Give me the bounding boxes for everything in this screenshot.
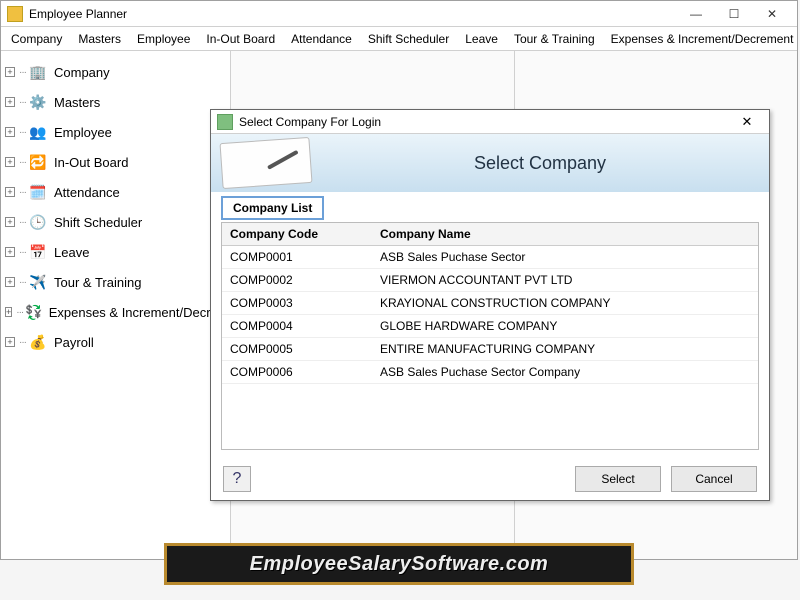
list-header: Company Code Company Name bbox=[222, 223, 758, 246]
tree-item-shift-scheduler[interactable]: +···🕒Shift Scheduler bbox=[5, 207, 226, 237]
column-company-code[interactable]: Company Code bbox=[222, 223, 372, 245]
tree-icon: 💱 bbox=[25, 302, 42, 322]
company-list: Company Code Company Name COMP0001ASB Sa… bbox=[221, 222, 759, 450]
expand-icon[interactable]: + bbox=[5, 157, 15, 167]
dialog-close-button[interactable]: ✕ bbox=[731, 112, 763, 132]
menubar: CompanyMastersEmployeeIn-Out BoardAttend… bbox=[1, 27, 797, 51]
tree-icon: 🕒 bbox=[28, 212, 48, 232]
tree-label: Payroll bbox=[54, 335, 94, 350]
dialog-title: Select Company For Login bbox=[239, 115, 731, 129]
cell-code: COMP0001 bbox=[222, 246, 372, 268]
tree-icon: ✈️ bbox=[28, 272, 48, 292]
expand-icon[interactable]: + bbox=[5, 307, 12, 317]
menu-tour-training[interactable]: Tour & Training bbox=[508, 30, 601, 48]
tree-icon: 🔁 bbox=[28, 152, 48, 172]
tree-label: Attendance bbox=[54, 185, 120, 200]
tree-item-in-out-board[interactable]: +···🔁In-Out Board bbox=[5, 147, 226, 177]
cell-code: COMP0002 bbox=[222, 269, 372, 291]
dialog-icon bbox=[217, 114, 233, 130]
table-row[interactable]: COMP0002VIERMON ACCOUNTANT PVT LTD bbox=[222, 269, 758, 292]
watermark-banner: EmployeeSalarySoftware.com bbox=[164, 543, 634, 585]
tree-label: Employee bbox=[54, 125, 112, 140]
expand-icon[interactable]: + bbox=[5, 217, 15, 227]
tab-row: Company List bbox=[211, 192, 769, 220]
dialog-header: Select Company bbox=[211, 134, 769, 192]
notebook-icon bbox=[220, 137, 313, 189]
tree-item-employee[interactable]: +···👥Employee bbox=[5, 117, 226, 147]
minimize-button[interactable]: — bbox=[677, 3, 715, 25]
table-row[interactable]: COMP0003KRAYIONAL CONSTRUCTION COMPANY bbox=[222, 292, 758, 315]
menu-masters[interactable]: Masters bbox=[72, 30, 127, 48]
cell-name: ASB Sales Puchase Sector Company bbox=[372, 361, 758, 383]
tree-item-leave[interactable]: +···📅Leave bbox=[5, 237, 226, 267]
tree-item-tour-training[interactable]: +···✈️Tour & Training bbox=[5, 267, 226, 297]
cell-code: COMP0005 bbox=[222, 338, 372, 360]
select-button[interactable]: Select bbox=[575, 466, 661, 492]
dialog-titlebar: Select Company For Login ✕ bbox=[211, 110, 769, 134]
expand-icon[interactable]: + bbox=[5, 67, 15, 77]
expand-icon[interactable]: + bbox=[5, 97, 15, 107]
dialog-header-title: Select Company bbox=[311, 153, 769, 174]
expand-icon[interactable]: + bbox=[5, 247, 15, 257]
menu-employee[interactable]: Employee bbox=[131, 30, 196, 48]
table-row[interactable]: COMP0006ASB Sales Puchase Sector Company bbox=[222, 361, 758, 384]
cell-name: VIERMON ACCOUNTANT PVT LTD bbox=[372, 269, 758, 291]
tree-panel: +···🏢Company+···⚙️Masters+···👥Employee+·… bbox=[1, 51, 231, 559]
expand-icon[interactable]: + bbox=[5, 127, 15, 137]
maximize-button[interactable]: ☐ bbox=[715, 3, 753, 25]
tree-icon: 💰 bbox=[28, 332, 48, 352]
tab-company-list[interactable]: Company List bbox=[221, 196, 324, 220]
tree-item-attendance[interactable]: +···🗓️Attendance bbox=[5, 177, 226, 207]
close-button[interactable]: ✕ bbox=[753, 3, 791, 25]
tree-icon: 🏢 bbox=[28, 62, 48, 82]
app-icon bbox=[7, 6, 23, 22]
cell-name: KRAYIONAL CONSTRUCTION COMPANY bbox=[372, 292, 758, 314]
menu-leave[interactable]: Leave bbox=[459, 30, 504, 48]
table-row[interactable]: COMP0004GLOBE HARDWARE COMPANY bbox=[222, 315, 758, 338]
tree-item-company[interactable]: +···🏢Company bbox=[5, 57, 226, 87]
menu-shift-scheduler[interactable]: Shift Scheduler bbox=[362, 30, 455, 48]
cancel-button[interactable]: Cancel bbox=[671, 466, 757, 492]
tree-item-payroll[interactable]: +···💰Payroll bbox=[5, 327, 226, 357]
tree-icon: 🗓️ bbox=[28, 182, 48, 202]
menu-company[interactable]: Company bbox=[5, 30, 68, 48]
expand-icon[interactable]: + bbox=[5, 187, 15, 197]
tree-item-expenses-increment-decrement[interactable]: +···💱Expenses & Increment/Decrement bbox=[5, 297, 226, 327]
cell-name: ENTIRE MANUFACTURING COMPANY bbox=[372, 338, 758, 360]
help-button[interactable]: ? bbox=[223, 466, 251, 492]
column-company-name[interactable]: Company Name bbox=[372, 223, 758, 245]
menu-expenses-increment-decrement[interactable]: Expenses & Increment/Decrement bbox=[605, 30, 800, 48]
expand-icon[interactable]: + bbox=[5, 277, 15, 287]
menu-in-out-board[interactable]: In-Out Board bbox=[200, 30, 281, 48]
menu-attendance[interactable]: Attendance bbox=[285, 30, 358, 48]
tree-icon: 📅 bbox=[28, 242, 48, 262]
cell-code: COMP0004 bbox=[222, 315, 372, 337]
select-company-dialog: Select Company For Login ✕ Select Compan… bbox=[210, 109, 770, 501]
tree-label: In-Out Board bbox=[54, 155, 128, 170]
dialog-footer: ? Select Cancel bbox=[211, 458, 769, 500]
tree-label: Expenses & Increment/Decrement bbox=[49, 305, 231, 320]
cell-code: COMP0003 bbox=[222, 292, 372, 314]
tree-label: Leave bbox=[54, 245, 89, 260]
window-title: Employee Planner bbox=[29, 7, 677, 21]
table-row[interactable]: COMP0001ASB Sales Puchase Sector bbox=[222, 246, 758, 269]
titlebar: Employee Planner — ☐ ✕ bbox=[1, 1, 797, 27]
tree-icon: 👥 bbox=[28, 122, 48, 142]
tree-icon: ⚙️ bbox=[28, 92, 48, 112]
expand-icon[interactable]: + bbox=[5, 337, 15, 347]
watermark-text: EmployeeSalarySoftware.com bbox=[250, 553, 549, 576]
table-row[interactable]: COMP0005ENTIRE MANUFACTURING COMPANY bbox=[222, 338, 758, 361]
tree-label: Tour & Training bbox=[54, 275, 141, 290]
cell-name: ASB Sales Puchase Sector bbox=[372, 246, 758, 268]
cell-name: GLOBE HARDWARE COMPANY bbox=[372, 315, 758, 337]
tree-label: Company bbox=[54, 65, 110, 80]
tree-item-masters[interactable]: +···⚙️Masters bbox=[5, 87, 226, 117]
tree-label: Masters bbox=[54, 95, 100, 110]
cell-code: COMP0006 bbox=[222, 361, 372, 383]
tree-label: Shift Scheduler bbox=[54, 215, 142, 230]
